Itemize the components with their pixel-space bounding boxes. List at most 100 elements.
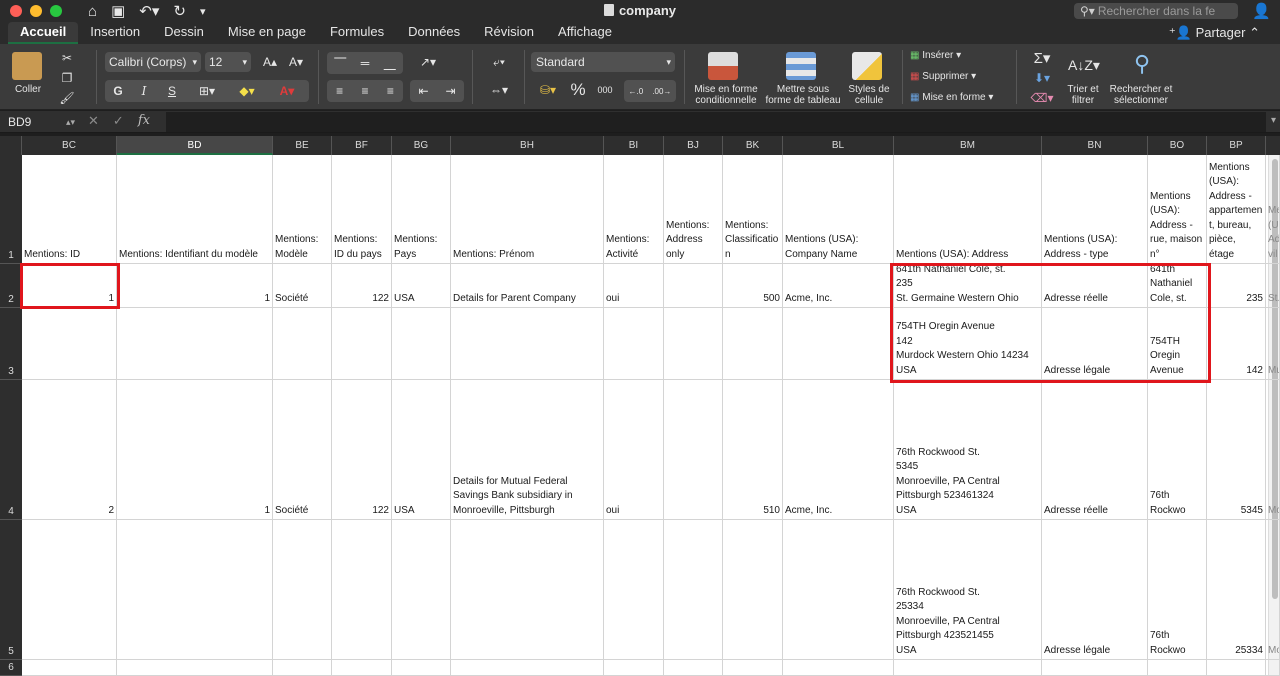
- row-header-3[interactable]: 3: [0, 308, 22, 380]
- name-box-stepper-icon[interactable]: ▴▾: [66, 113, 75, 131]
- paste-icon[interactable]: [12, 52, 42, 80]
- cell-bd6[interactable]: [117, 660, 273, 676]
- cell-bc2[interactable]: 1: [22, 264, 117, 308]
- sort-filter-icon[interactable]: A↓Z▾: [1066, 52, 1102, 78]
- cell-bh6[interactable]: [451, 660, 604, 676]
- cell-bi2[interactable]: oui: [604, 264, 664, 308]
- cell-overflow-6[interactable]: [1266, 660, 1280, 676]
- cell-bg6[interactable]: [392, 660, 451, 676]
- cell-bn1[interactable]: Mentions (USA): Address - type: [1042, 155, 1148, 264]
- cell-bo5[interactable]: 76th Rockwo: [1148, 520, 1207, 660]
- cell-bn2[interactable]: Adresse réelle: [1042, 264, 1148, 308]
- align-bottom-icon[interactable]: ⎽: [384, 56, 396, 71]
- tab-accueil[interactable]: Accueil: [8, 22, 79, 44]
- cell-bk6[interactable]: [723, 660, 783, 676]
- cell-bn5[interactable]: Adresse légale: [1042, 520, 1148, 660]
- row-header-6[interactable]: 6: [0, 660, 22, 676]
- cell-bd1[interactable]: Mentions: Identifiant du modèle: [117, 155, 273, 264]
- cell-bk1[interactable]: Mentions: Classificatio n: [723, 155, 783, 264]
- increase-font-icon[interactable]: A▴: [258, 52, 282, 72]
- column-header-bd[interactable]: BD: [117, 136, 273, 155]
- column-header-bk[interactable]: BK: [723, 136, 783, 155]
- cell-bi1[interactable]: Mentions: Activité: [604, 155, 664, 264]
- cell-bp3[interactable]: 142: [1207, 308, 1266, 380]
- cell-bf5[interactable]: [332, 520, 392, 660]
- format-as-table-label[interactable]: Mettre sous forme de tableau: [762, 84, 844, 106]
- cell-bf3[interactable]: [332, 308, 392, 380]
- cell-bj1[interactable]: Mentions: Address only: [664, 155, 723, 264]
- cell-bm1[interactable]: Mentions (USA): Address: [894, 155, 1042, 264]
- cell-bj3[interactable]: [664, 308, 723, 380]
- expand-formula-icon[interactable]: ▾: [1271, 115, 1276, 126]
- copy-icon[interactable]: ❐: [56, 68, 78, 88]
- cell-bc5[interactable]: [22, 520, 117, 660]
- search-sheet-input[interactable]: ⚲▾ Rechercher dans la fe: [1074, 3, 1238, 19]
- cell-be4[interactable]: Société: [273, 380, 332, 520]
- cell-bm6[interactable]: [894, 660, 1042, 676]
- select-all-corner[interactable]: [0, 136, 22, 155]
- cell-bi4[interactable]: oui: [604, 380, 664, 520]
- cell-bd2[interactable]: 1: [117, 264, 273, 308]
- align-left-icon[interactable]: ≡: [336, 84, 343, 98]
- font-color-icon[interactable]: A▾: [267, 84, 307, 98]
- decrease-indent-icon[interactable]: ⇤: [418, 84, 428, 98]
- chevron-up-icon[interactable]: ⌃: [1249, 25, 1260, 40]
- redo-icon[interactable]: ↻: [173, 2, 186, 20]
- cell-bg5[interactable]: [392, 520, 451, 660]
- cell-bl6[interactable]: [783, 660, 894, 676]
- align-middle-icon[interactable]: ═: [361, 56, 370, 70]
- cell-bh4[interactable]: Details for Mutual Federal Savings Bank …: [451, 380, 604, 520]
- cell-bp4[interactable]: 5345: [1207, 380, 1266, 520]
- font-name-select[interactable]: Calibri (Corps) ▾: [105, 52, 201, 72]
- cell-bo4[interactable]: 76th Rockwo: [1148, 380, 1207, 520]
- minimize-window-button[interactable]: [30, 5, 42, 17]
- column-header-bg[interactable]: BG: [392, 136, 451, 155]
- cell-bc1[interactable]: Mentions: ID: [22, 155, 117, 264]
- close-window-button[interactable]: [10, 5, 22, 17]
- name-box[interactable]: BD9 ▴▾: [4, 113, 78, 131]
- align-right-icon[interactable]: ≡: [387, 84, 394, 98]
- save-icon[interactable]: ▣: [111, 2, 125, 20]
- tab-r-vision[interactable]: Révision: [472, 22, 546, 44]
- merge-cells-icon[interactable]: ⇔▾: [482, 80, 516, 100]
- cell-bl4[interactable]: Acme, Inc.: [783, 380, 894, 520]
- conditional-formatting-icon[interactable]: [708, 52, 738, 80]
- spreadsheet-grid[interactable]: BC BD BE BF BG BH BI BJ BK BL BM BN BO BP 1 Mentions: …: [0, 136, 1280, 676]
- paste-label[interactable]: Coller: [6, 84, 50, 95]
- formula-input[interactable]: [166, 112, 1266, 132]
- cell-bj4[interactable]: [664, 380, 723, 520]
- cell-bc4[interactable]: 2: [22, 380, 117, 520]
- cell-bg1[interactable]: Mentions: Pays: [392, 155, 451, 264]
- cell-bd5[interactable]: [117, 520, 273, 660]
- italic-button[interactable]: I: [131, 84, 157, 98]
- cell-be2[interactable]: Société: [273, 264, 332, 308]
- borders-icon[interactable]: ⊞▾: [187, 84, 227, 98]
- cell-bo3[interactable]: 754TH Oregin Avenue: [1148, 308, 1207, 380]
- column-header-bc[interactable]: BC: [22, 136, 117, 155]
- sort-filter-label[interactable]: Trier et filtrer: [1058, 84, 1108, 106]
- cell-overflow-3[interactable]: Mu: [1266, 308, 1280, 380]
- cell-bi5[interactable]: [604, 520, 664, 660]
- cell-bm4[interactable]: 76th Rockwood St. 5345 Monroeville, PA C…: [894, 380, 1042, 520]
- cell-bf4[interactable]: 122: [332, 380, 392, 520]
- cell-bg2[interactable]: USA: [392, 264, 451, 308]
- delete-cells-button[interactable]: ▦ Supprimer ▾: [910, 71, 976, 82]
- share-button[interactable]: ⁺👤 Partager ⌃: [1169, 25, 1260, 41]
- cell-bf2[interactable]: 122: [332, 264, 392, 308]
- decrease-decimal-icon[interactable]: .00→: [652, 87, 671, 96]
- column-header-be[interactable]: BE: [273, 136, 332, 155]
- cut-icon[interactable]: ✂: [56, 48, 78, 68]
- cell-bj6[interactable]: [664, 660, 723, 676]
- cell-bj5[interactable]: [664, 520, 723, 660]
- cell-bf6[interactable]: [332, 660, 392, 676]
- cell-bk5[interactable]: [723, 520, 783, 660]
- cell-bl1[interactable]: Mentions (USA): Company Name: [783, 155, 894, 264]
- cell-overflow-2[interactable]: St.: [1266, 264, 1280, 308]
- bold-button[interactable]: G: [105, 84, 131, 98]
- cell-bn3[interactable]: Adresse légale: [1042, 308, 1148, 380]
- cell-overflow-1[interactable]: Me (U Ad vil: [1266, 155, 1280, 264]
- cell-be3[interactable]: [273, 308, 332, 380]
- cell-bm5[interactable]: 76th Rockwood St. 25334 Monroeville, PA …: [894, 520, 1042, 660]
- row-header-5[interactable]: 5: [0, 520, 22, 660]
- format-painter-icon[interactable]: 🖌: [56, 88, 78, 108]
